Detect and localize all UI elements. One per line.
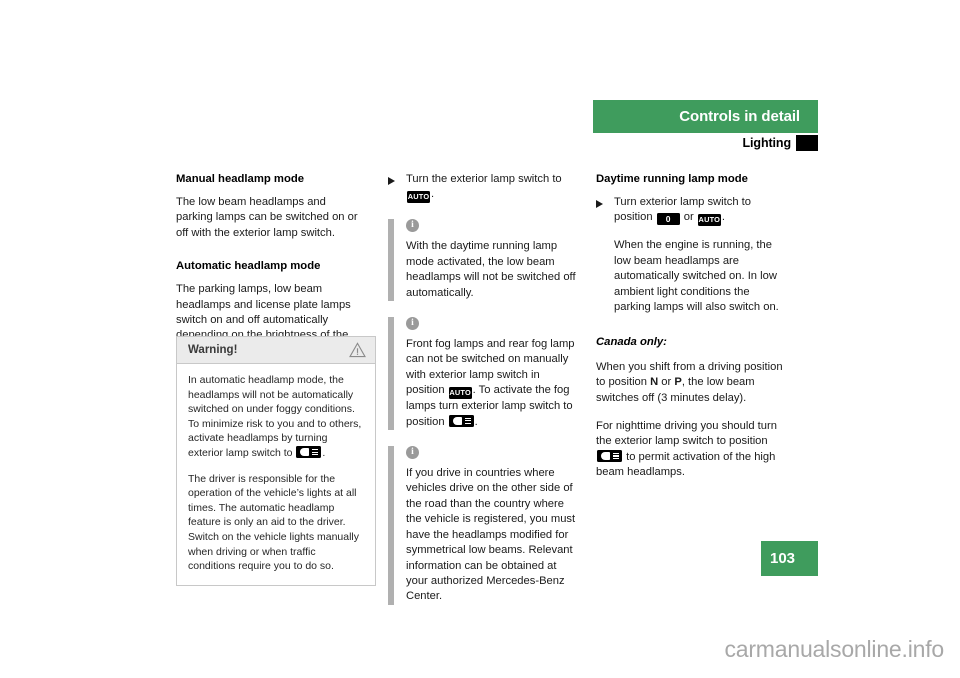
zero-position-icon: 0 [656,213,680,226]
right-column: Daytime running lamp mode Turn exterior … [596,172,788,494]
middle-column: Turn the exterior lamp switch to AUTO. i… [388,172,580,605]
canada-p1-or: or [658,376,675,389]
note-sidebar-rule [388,317,394,431]
info-note-3: i If you drive in countries where vehicl… [388,446,580,605]
note-sidebar-rule [388,219,394,302]
auto-position-icon: AUTO [697,214,721,227]
warning-paragraph-2: The driver is responsible for the operat… [188,472,360,573]
paragraph-canada-1: When you shift from a driving position t… [596,360,788,406]
warning-triangle-icon [349,342,366,358]
heading-daytime-running-lamp-mode: Daytime running lamp mode [596,173,748,185]
heading-canada-only: Canada only: [596,336,667,349]
info-note-1-text: With the daytime running lamp mode activ… [406,240,576,299]
warning-title: Warning! [188,344,238,356]
bullet-text-a: Turn the exterior lamp switch to [406,173,562,185]
paragraph-manual-headlamp-mode: The low beam headlamps and parking lamps… [176,196,358,239]
page-number: 103 [770,550,796,567]
info-note-1: i With the daytime running lamp mode act… [388,219,580,302]
heading-manual-headlamp-mode: Manual headlamp mode [176,173,305,185]
canada-p2-b: to permit activation of the high beam he… [596,450,776,479]
manual-page: Controls in detail Lighting Manual headl… [0,0,960,678]
warning-p1-text-b: . [322,446,326,459]
section-title: Controls in detail [679,108,800,125]
heading-automatic-headlamp-mode: Automatic headlamp mode [176,260,321,273]
bullet-turn-exterior-lamp-switch: Turn the exterior lamp switch to AUTO. [388,172,580,204]
chapter-tab-marker [796,134,818,151]
low-beam-headlamp-icon [296,445,322,458]
low-beam-headlamp-icon [597,449,622,462]
site-watermark: carmanualsonline.info [724,636,944,662]
bullet-text: Turn exterior lamp switch to position 0 … [614,195,788,227]
warning-p1-text-a: In automatic headlamp mode, the headlamp… [188,374,362,459]
auto-position-icon: AUTO [448,387,472,400]
bullet-followup-text: When the engine is running, the low beam… [614,239,779,314]
note-sidebar-rule [388,446,394,605]
warning-paragraph-1: In automatic headlamp mode, the headlamp… [188,373,364,461]
info-icon: i [406,317,419,331]
subsection-title: Lighting [742,135,792,150]
info-icon: i [406,446,419,460]
auto-position-icon: AUTO [407,191,430,204]
bullet-text-b: . [721,211,725,224]
info-note-3-text: If you drive in countries where vehicles… [406,467,576,603]
bullet-text-or: or [680,211,697,224]
page-number-badge: 103 [761,541,818,576]
warning-box-body: In automatic headlamp mode, the headlamp… [177,364,375,585]
info-note-2-text-c: . [474,415,478,428]
warning-box-header: Warning! [177,337,375,364]
bullet-turn-exterior-lamp-switch-position: Turn exterior lamp switch to position 0 … [596,195,788,315]
subsection-header: Lighting [560,134,818,151]
arrow-bullet-icon [388,176,395,185]
low-beam-headlamp-icon [448,414,474,427]
canada-p2-a: For nighttime driving you should turn th… [596,420,777,448]
info-note-2-text: Front fog lamps and rear fog lamp can no… [406,337,580,430]
bullet-text-b: . [431,188,435,201]
paragraph-canada-2: For nighttime driving you should turn th… [596,419,788,481]
section-header-banner: Controls in detail [593,100,818,133]
gear-position-p: P [674,376,682,389]
gear-position-n: N [650,376,659,389]
warning-box: Warning! In automatic headlamp mode, the… [176,336,376,586]
bullet-text: Turn the exterior lamp switch to AUTO. [406,172,580,204]
info-icon: i [406,219,419,233]
info-note-2: i Front fog lamps and rear fog lamp can … [388,317,580,431]
arrow-bullet-icon [596,199,603,208]
